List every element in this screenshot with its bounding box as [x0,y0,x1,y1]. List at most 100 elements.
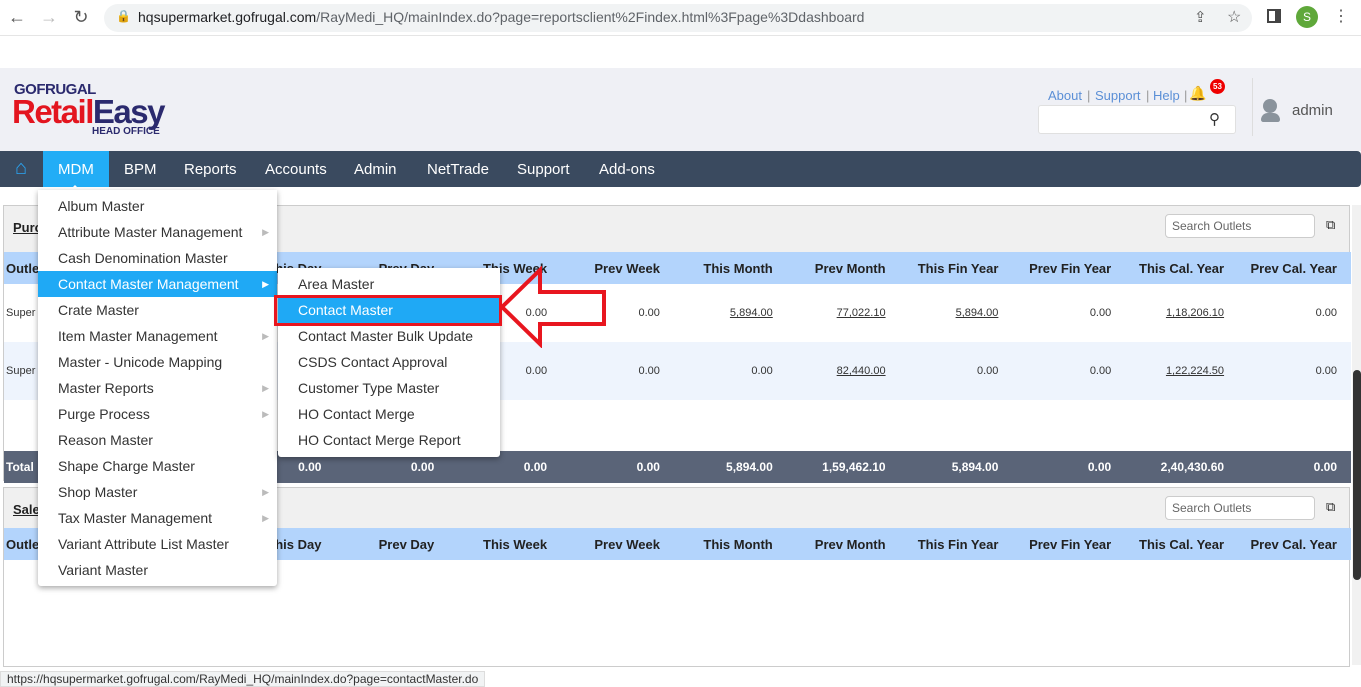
nav-support[interactable]: Support [502,151,585,187]
external-link-icon[interactable]: ⧉ [1326,217,1335,233]
scrollbar[interactable] [1352,205,1361,665]
forward-icon[interactable]: → [38,6,60,28]
user-name[interactable]: admin [1292,102,1333,119]
cell: 0.00 [1238,342,1351,400]
cell-link[interactable]: 77,022.10 [837,307,886,319]
submenu-item[interactable]: Customer Type Master [278,375,500,401]
url-host: hqsupermarket.gofrugal.com [138,9,317,25]
col-header: Prev Fin Year [1012,528,1126,560]
menu-item-label: Variant Attribute List Master [58,536,229,552]
submenu-item[interactable]: Area Master [278,271,500,297]
col-header: Prev Cal. Year [1238,528,1351,560]
nav-mdm[interactable]: MDM [43,151,109,187]
logo-retail: Retail [12,93,94,130]
url-text[interactable]: hqsupermarket.gofrugal.com/RayMedi_HQ/ma… [138,9,864,25]
col-header: Prev Day [335,528,449,560]
chevron-right-icon: ▶ [262,331,269,341]
menu-item[interactable]: Album Master [38,193,277,219]
menu-item-label: Album Master [58,198,145,214]
col-header: This Week [448,528,562,560]
menu-item-label: Shape Charge Master [58,458,195,474]
submenu-item[interactable]: CSDS Contact Approval [278,349,500,375]
notification-badge: 53 [1210,79,1225,94]
search-outlets-input[interactable]: Search Outlets [1165,214,1315,238]
total-cell: 0.00 [1012,451,1126,483]
help-link[interactable]: Help [1153,88,1180,103]
menu-item[interactable]: Purge Process ▶ [38,401,277,427]
nav-accounts[interactable]: Accounts [250,151,342,187]
support-link[interactable]: Support [1095,88,1141,103]
total-cell: 2,40,430.60 [1125,451,1239,483]
nav-addons[interactable]: Add-ons [584,151,670,187]
cell: 0.00 [1238,284,1351,342]
global-search-input[interactable] [1038,105,1236,134]
menu-item[interactable]: Tax Master Management ▶ [38,505,277,531]
menu-item-label: Purge Process [58,406,150,422]
menu-item-label: Master - Unicode Mapping [58,354,223,370]
menu-item[interactable]: Item Master Management ▶ [38,323,277,349]
menu-item-label: Crate Master [58,302,139,318]
total-cell: 5,894.00 [673,451,787,483]
search-outlets-input[interactable]: Search Outlets [1165,496,1315,520]
bookmark-star-icon[interactable]: ☆ [1227,7,1241,27]
chevron-right-icon: ▶ [262,513,269,523]
search-icon[interactable]: ⚲ [1209,110,1220,128]
share-icon[interactable]: ⇪ [1194,8,1207,26]
menu-item-label: Master Reports [58,380,154,396]
col-header: Prev Week [561,528,674,560]
col-header: This Fin Year [899,528,1013,560]
cell-link[interactable]: 82,440.00 [837,365,886,377]
nav-bpm[interactable]: BPM [109,151,172,187]
chevron-right-icon: ▶ [262,487,269,497]
highlight-box [274,295,502,326]
cell-link[interactable]: 1,18,206.10 [1166,307,1224,319]
profile-avatar[interactable]: S [1296,6,1318,28]
lock-icon: 🔒 [116,9,131,23]
col-header: This Cal. Year [1125,528,1239,560]
external-link-icon[interactable]: ⧉ [1326,499,1335,515]
home-icon[interactable]: ⌂ [15,157,27,180]
nav-nettrade[interactable]: NetTrade [412,151,504,187]
submenu-item[interactable]: HO Contact Merge Report [278,427,500,453]
menu-item[interactable]: Shape Charge Master [38,453,277,479]
total-cell: 1,59,462.10 [786,451,900,483]
status-bar-url: https://hqsupermarket.gofrugal.com/RayMe… [0,671,486,687]
menu-item[interactable]: Attribute Master Management ▶ [38,219,277,245]
menu-item[interactable]: Master Reports ▶ [38,375,277,401]
panel-title[interactable]: Sale [13,502,40,517]
side-panel-icon[interactable] [1267,9,1281,23]
menu-item[interactable]: Reason Master [38,427,277,453]
scrollbar-thumb[interactable] [1353,370,1361,580]
menu-item[interactable]: Variant Attribute List Master [38,531,277,557]
about-link[interactable]: About [1048,88,1082,103]
col-header: Prev Fin Year [1012,252,1126,284]
nav-reports[interactable]: Reports [169,151,252,187]
menu-item[interactable]: Shop Master ▶ [38,479,277,505]
cell-link[interactable]: 5,894.00 [956,307,999,319]
menu-item-label: Attribute Master Management [58,224,243,240]
cell-link[interactable]: 5,894.00 [730,307,773,319]
menu-item[interactable]: Variant Master [38,557,277,583]
nav-admin[interactable]: Admin [339,151,412,187]
menu-item[interactable]: Contact Master Management ▶ [38,271,277,297]
bell-icon[interactable]: 🔔 [1189,85,1206,102]
back-icon[interactable]: ← [6,6,28,28]
col-header: This Month [673,528,787,560]
menu-item-label: Contact Master Management [58,276,239,292]
logo-easy: Easy [92,93,166,130]
col-header: This Fin Year [899,252,1013,284]
divider [1252,78,1253,136]
user-icon [1263,99,1277,113]
browser-menu-icon[interactable]: ⋮ [1333,6,1349,26]
cell-link[interactable]: 1,22,224.50 [1166,365,1224,377]
menu-item[interactable]: Cash Denomination Master [38,245,277,271]
chevron-right-icon: ▶ [262,383,269,393]
menu-item[interactable]: Crate Master [38,297,277,323]
submenu-item[interactable]: HO Contact Merge [278,401,500,427]
divider: | [1184,88,1188,103]
reload-icon[interactable]: ↻ [70,6,92,28]
menu-item[interactable]: Master - Unicode Mapping [38,349,277,375]
menu-item-label: Tax Master Management [58,510,213,526]
divider: | [1146,88,1150,103]
submenu-item[interactable]: Contact Master Bulk Update [278,323,500,349]
